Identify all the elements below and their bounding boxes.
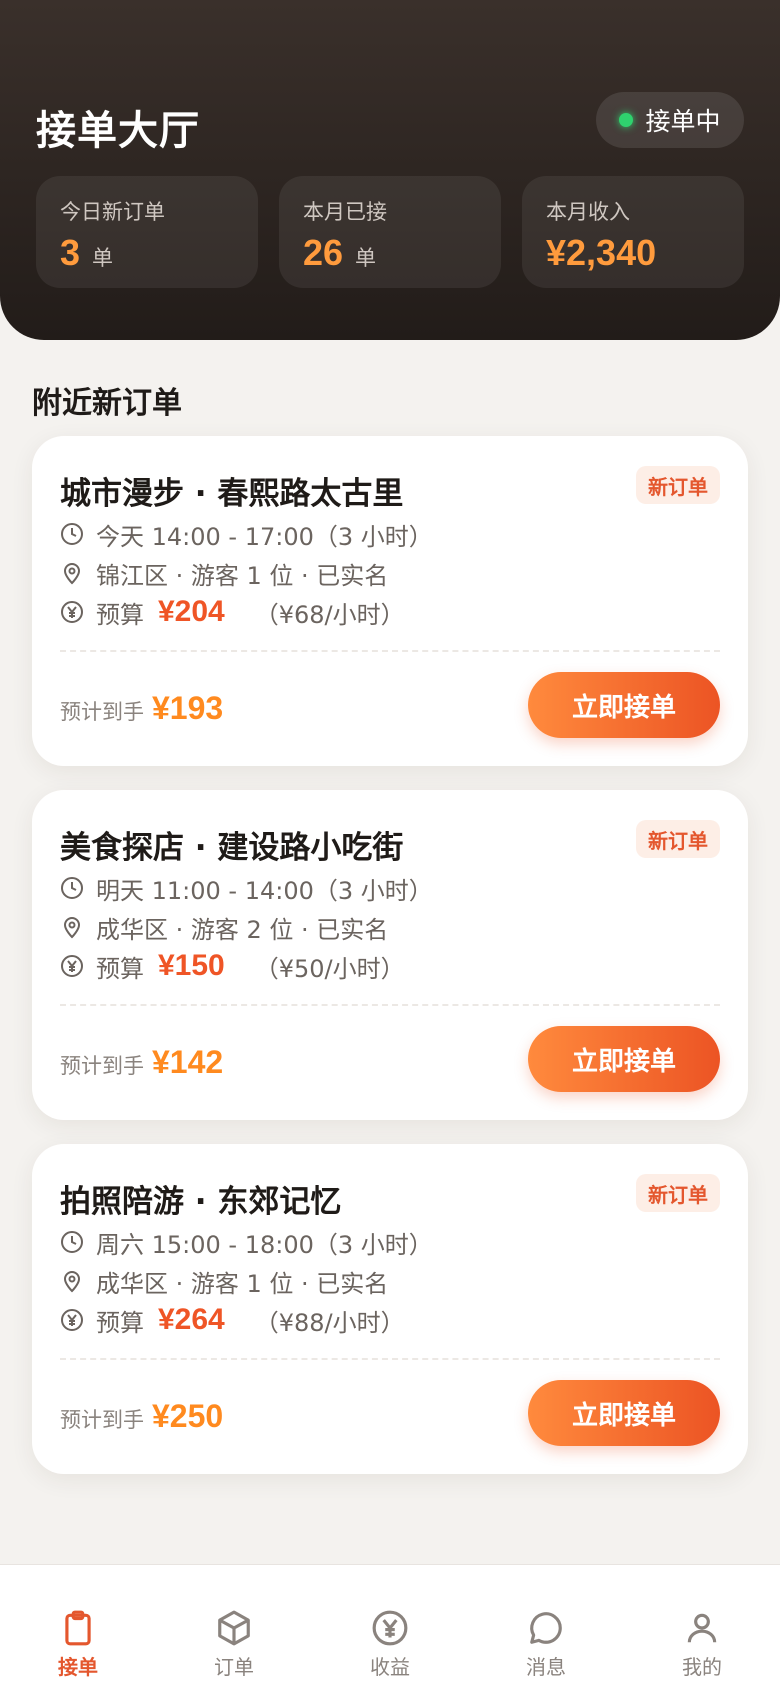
order-title: 城市漫步 · 春熙路太古里 — [60, 476, 404, 512]
header-panel: 接单大厅 接单中 今日新订单 3 单 本月已接 26 单 本月收入 ¥2,340 — [0, 0, 780, 340]
stat-value: 3 — [60, 232, 81, 273]
stat-label: 本月已接 — [303, 200, 387, 224]
stat-card-month-income: 本月收入 ¥2,340 — [522, 176, 744, 288]
budget-label: 预算 — [96, 954, 144, 983]
clipboard-icon — [65, 1610, 91, 1646]
budget-label: 预算 — [96, 600, 144, 629]
user-icon — [687, 1613, 717, 1643]
yen-circle-icon — [61, 601, 83, 623]
order-location-row: 锦江区 · 游客 1 位 · 已实名 — [60, 555, 388, 591]
clock-icon — [61, 523, 83, 545]
tab-label: 消息 — [526, 1655, 566, 1679]
tab-accept-orders[interactable]: 接单 — [0, 1565, 156, 1688]
hourly-rate: （¥50/小时） — [254, 954, 405, 983]
section-title: 附近新订单 — [32, 386, 182, 421]
bottom-tab-bar: 接单 订单 收益 消息 我的 — [0, 1564, 780, 1688]
yen-circle-icon — [61, 1309, 83, 1331]
order-time-row: 明天 11:00 - 14:00（3 小时） — [60, 870, 433, 906]
budget-price: ¥264 — [158, 1303, 225, 1336]
order-time: 周六 15:00 - 18:00（3 小时） — [96, 1230, 433, 1259]
estimated-earnings: 预计到手 ¥250 — [60, 1398, 223, 1435]
box-icon — [218, 1610, 250, 1646]
location-pin-icon — [63, 917, 81, 939]
order-budget-row: 预算 ¥150 （¥50/小时） — [60, 948, 405, 984]
order-card[interactable]: 拍照陪游 · 东郊记忆 新订单 周六 15:00 - 18:00（3 小时） 成… — [32, 1144, 748, 1474]
tab-label: 我的 — [682, 1655, 722, 1679]
stat-card-month-accepted: 本月已接 26 单 — [279, 176, 501, 288]
order-location-row: 成华区 · 游客 1 位 · 已实名 — [60, 1263, 388, 1299]
hourly-rate: （¥68/小时） — [254, 600, 405, 629]
order-time-row: 周六 15:00 - 18:00（3 小时） — [60, 1224, 433, 1260]
earn-label: 预计到手 — [60, 1054, 144, 1078]
location-pin-icon — [63, 1271, 81, 1293]
stat-label: 今日新订单 — [60, 200, 165, 224]
clock-icon — [61, 1231, 83, 1253]
earn-value: ¥193 — [152, 690, 224, 726]
budget-label: 预算 — [96, 1308, 144, 1337]
order-title: 拍照陪游 · 东郊记忆 — [60, 1184, 342, 1220]
earn-value: ¥142 — [152, 1044, 224, 1080]
page-title: 接单大厅 — [36, 108, 200, 154]
new-order-badge: 新订单 — [636, 1174, 720, 1212]
new-order-badge: 新订单 — [636, 466, 720, 504]
status-label: 接单中 — [645, 107, 721, 136]
stat-unit: 单 — [92, 246, 114, 270]
stat-value: 26 — [303, 232, 344, 273]
dashed-divider — [60, 1358, 720, 1360]
order-location: 成华区 · 游客 1 位 · 已实名 — [96, 1269, 389, 1298]
order-budget-row: 预算 ¥264 （¥88/小时） — [60, 1302, 405, 1338]
order-card[interactable]: 城市漫步 · 春熙路太古里 新订单 今天 14:00 - 17:00（3 小时）… — [32, 436, 748, 766]
tab-earnings[interactable]: 收益 — [312, 1565, 468, 1688]
new-order-badge: 新订单 — [636, 820, 720, 858]
order-location: 锦江区 · 游客 1 位 · 已实名 — [96, 561, 389, 590]
hourly-rate: （¥88/小时） — [254, 1308, 405, 1337]
budget-price: ¥150 — [158, 949, 225, 982]
tab-messages[interactable]: 消息 — [468, 1565, 624, 1688]
accept-order-button[interactable]: 立即接单 — [528, 672, 720, 738]
yen-circle-icon — [372, 1610, 408, 1646]
budget-price: ¥204 — [158, 595, 225, 628]
order-card[interactable]: 美食探店 · 建设路小吃街 新订单 明天 11:00 - 14:00（3 小时）… — [32, 790, 748, 1120]
tab-label: 订单 — [214, 1655, 254, 1679]
tab-label: 接单 — [58, 1655, 98, 1679]
accept-order-button[interactable]: 立即接单 — [528, 1380, 720, 1446]
dashed-divider — [60, 1004, 720, 1006]
order-location-row: 成华区 · 游客 2 位 · 已实名 — [60, 909, 388, 945]
estimated-earnings: 预计到手 ¥142 — [60, 1044, 223, 1081]
tab-profile[interactable]: 我的 — [624, 1565, 780, 1688]
order-location: 成华区 · 游客 2 位 · 已实名 — [96, 915, 389, 944]
earn-label: 预计到手 — [60, 700, 144, 724]
tab-label: 收益 — [370, 1655, 410, 1679]
chat-bubble-icon — [530, 1612, 562, 1644]
stat-label: 本月收入 — [546, 200, 630, 224]
clock-icon — [61, 877, 83, 899]
order-time: 明天 11:00 - 14:00（3 小时） — [96, 876, 433, 905]
accept-order-button[interactable]: 立即接单 — [528, 1026, 720, 1092]
order-time: 今天 14:00 - 17:00（3 小时） — [96, 522, 433, 551]
order-title: 美食探店 · 建设路小吃街 — [60, 830, 404, 866]
earn-value: ¥250 — [152, 1398, 224, 1434]
status-toggle[interactable]: 接单中 — [596, 92, 744, 148]
tab-orders[interactable]: 订单 — [156, 1565, 312, 1688]
yen-circle-icon — [61, 955, 83, 977]
stat-unit: 单 — [355, 246, 377, 270]
dashed-divider — [60, 650, 720, 652]
order-time-row: 今天 14:00 - 17:00（3 小时） — [60, 516, 433, 552]
stat-value: ¥2,340 — [546, 232, 657, 273]
status-dot-icon — [619, 113, 634, 127]
earn-label: 预计到手 — [60, 1408, 144, 1432]
location-pin-icon — [63, 563, 81, 585]
stat-card-today-orders: 今日新订单 3 单 — [36, 176, 258, 288]
order-budget-row: 预算 ¥204 （¥68/小时） — [60, 594, 405, 630]
estimated-earnings: 预计到手 ¥193 — [60, 690, 223, 727]
